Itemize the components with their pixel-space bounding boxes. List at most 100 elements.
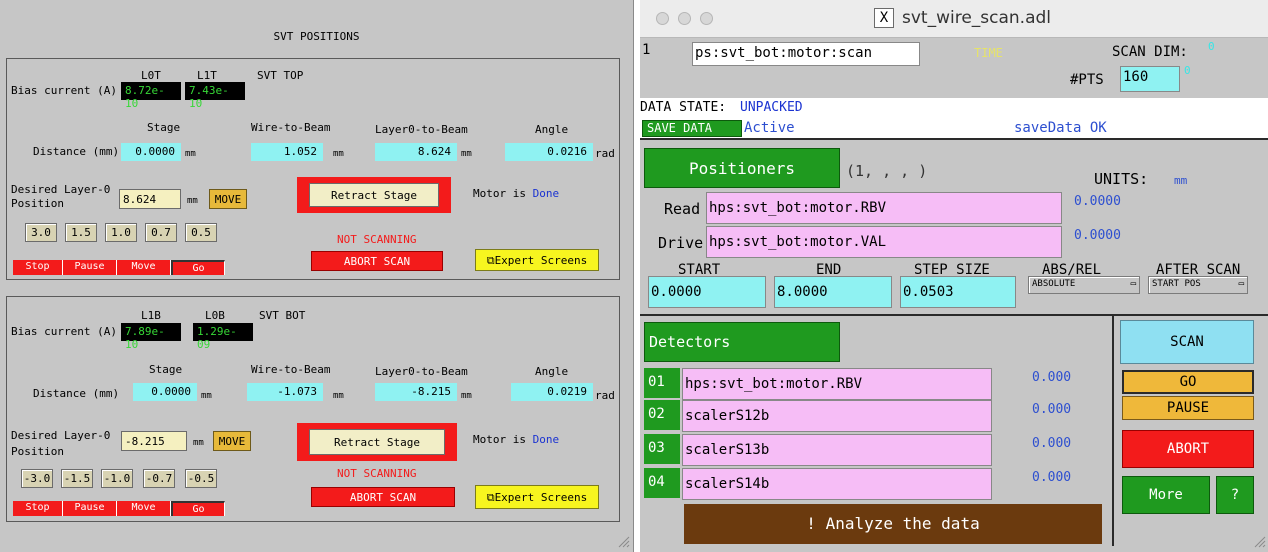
section-divider xyxy=(640,314,1268,316)
detector-pv-field[interactable]: scalerS12b xyxy=(682,400,992,432)
go-scan-button[interactable]: GO xyxy=(1122,370,1254,394)
step-button-5[interactable]: 0.5 xyxy=(185,223,217,242)
read-pv-field[interactable]: hps:svt_bot:motor.RBV xyxy=(706,192,1062,224)
desired-position-input[interactable]: -8.215 xyxy=(121,431,187,451)
positioners-button[interactable]: Positioners xyxy=(644,148,840,188)
abs-rel-menu[interactable]: ABSOLUTE ▭ xyxy=(1028,276,1140,294)
scan-header: 1 ps:svt_bot:motor:scan TIME SCAN DIM: 0… xyxy=(640,38,1268,98)
wire-unit: mm xyxy=(333,391,344,401)
desired-label-2: Position xyxy=(11,197,64,210)
move-ctrl-button[interactable]: Move xyxy=(117,260,171,275)
data-state-row: DATA STATE: UNPACKED xyxy=(640,98,1268,120)
svt-bot-panel: L1B L0B SVT BOT Bias current (A) 7.89e-1… xyxy=(6,296,620,522)
wire-header: Wire-to-Beam xyxy=(251,121,331,134)
minimize-window-icon[interactable] xyxy=(678,12,691,25)
svt-top-panel: L0T L1T SVT TOP Bias current (A) 8.72e-1… xyxy=(6,58,620,280)
scan-status: NOT SCANNING xyxy=(337,233,417,246)
step-button-3[interactable]: 1.0 xyxy=(105,223,137,242)
window-title: svt_wire_scan.adl xyxy=(902,8,1052,28)
detector-number[interactable]: 03 xyxy=(644,434,680,464)
expert-screens-button[interactable]: ⧉Expert Screens xyxy=(475,485,599,509)
detector-number[interactable]: 01 xyxy=(644,368,680,398)
step-button-5[interactable]: -0.5 xyxy=(185,469,217,488)
abort-scan-button[interactable]: ABORT SCAN xyxy=(311,251,443,271)
wire-scan-window: X svt_wire_scan.adl 1 ps:svt_bot:motor:s… xyxy=(640,0,1268,552)
detector-pv-field[interactable]: scalerS13b xyxy=(682,434,992,466)
step-size-input[interactable]: 0.0503 xyxy=(900,276,1016,308)
resize-grip-icon[interactable] xyxy=(616,534,630,548)
drive-pv-field[interactable]: hps:svt_bot:motor.VAL xyxy=(706,226,1062,258)
scan-pv-input[interactable]: ps:svt_bot:motor:scan xyxy=(692,42,920,66)
move-button[interactable]: MOVE xyxy=(213,431,251,451)
read-value: 0.0000 xyxy=(1074,194,1121,209)
layer0-value: 8.624 xyxy=(375,143,457,161)
detector-number[interactable]: 04 xyxy=(644,468,680,498)
drive-label: Drive xyxy=(658,234,704,252)
step-button-2[interactable]: -1.5 xyxy=(61,469,93,488)
step-button-4[interactable]: -0.7 xyxy=(143,469,175,488)
abort-scan-button[interactable]: ABORT SCAN xyxy=(311,487,455,507)
analyze-data-button[interactable]: ! Analyze the data xyxy=(684,504,1102,544)
step-button-1[interactable]: 3.0 xyxy=(25,223,57,242)
retract-stage-frame: Retract Stage xyxy=(297,423,457,461)
step-button-4[interactable]: 0.7 xyxy=(145,223,177,242)
scan-button[interactable]: SCAN xyxy=(1120,320,1254,364)
pause-scan-button[interactable]: PAUSE xyxy=(1122,396,1254,420)
title-bar: X svt_wire_scan.adl xyxy=(640,0,1268,38)
go-button[interactable]: Go xyxy=(171,260,225,275)
save-data-button[interactable]: SAVE DATA xyxy=(642,120,742,137)
resize-grip-icon[interactable] xyxy=(1252,534,1266,548)
more-button[interactable]: More xyxy=(1122,476,1210,514)
zoom-window-icon[interactable] xyxy=(700,12,713,25)
stage-value: 0.0000 xyxy=(121,143,181,161)
layer0-unit: mm xyxy=(461,391,472,401)
stop-button[interactable]: Stop xyxy=(13,501,63,516)
save-status: Active xyxy=(744,120,795,136)
angle-unit: rad xyxy=(595,147,615,160)
pts-input[interactable]: 160 xyxy=(1120,66,1180,92)
layer0-unit: mm xyxy=(461,149,472,159)
retract-stage-button[interactable]: Retract Stage xyxy=(309,183,439,207)
l0t-bias-value: 8.72e-10 xyxy=(121,82,181,110)
start-input[interactable]: 0.0000 xyxy=(648,276,766,308)
step-button-3[interactable]: -1.0 xyxy=(101,469,133,488)
step-button-1[interactable]: -3.0 xyxy=(21,469,53,488)
go-button[interactable]: Go xyxy=(171,501,225,516)
detector-number[interactable]: 02 xyxy=(644,400,680,430)
angle-value: 0.0216 xyxy=(505,143,593,161)
motor-status-value: Done xyxy=(532,433,560,446)
expert-screens-button[interactable]: ⧉Expert Screens xyxy=(475,249,599,271)
move-button[interactable]: MOVE xyxy=(209,189,247,209)
l1t-bias-value: 7.43e-10 xyxy=(185,82,245,110)
help-button[interactable]: ? xyxy=(1216,476,1254,514)
detectors-button[interactable]: Detectors xyxy=(644,322,840,362)
motor-status-prefix: Motor is xyxy=(473,187,526,200)
detector-pv-field[interactable]: scalerS14b xyxy=(682,468,992,500)
detector-pv-field[interactable]: hps:svt_bot:motor.RBV xyxy=(682,368,992,400)
svt-positions-window: SVT POSITIONS L0T L1T SVT TOP Bias curre… xyxy=(0,0,634,552)
pause-button[interactable]: Pause xyxy=(63,501,117,516)
positioners-index: (1, , , ) xyxy=(846,162,928,180)
end-input[interactable]: 8.0000 xyxy=(774,276,892,308)
retract-stage-button[interactable]: Retract Stage xyxy=(309,429,445,455)
motor-control-strip: Stop Pause Move Go xyxy=(13,501,225,516)
abs-rel-value: ABSOLUTE xyxy=(1032,279,1076,289)
analyze-data-label: Analyze the data xyxy=(825,514,980,533)
stage-header: Stage xyxy=(147,121,181,134)
desired-position-input[interactable]: 8.624 xyxy=(119,189,181,209)
l1b-bias-value: 7.89e-10 xyxy=(121,323,181,351)
motor-status-label: Motor is Done xyxy=(473,187,559,200)
close-window-icon[interactable] xyxy=(656,12,669,25)
pause-button[interactable]: Pause xyxy=(63,260,117,275)
distance-label: Distance (mm) xyxy=(33,145,120,158)
distance-label: Distance (mm) xyxy=(33,387,120,400)
motor-status-label: Motor is Done xyxy=(473,433,559,446)
wire-unit: mm xyxy=(333,149,344,159)
step-button-2[interactable]: 1.5 xyxy=(65,223,97,242)
stage-unit: mm xyxy=(185,149,196,159)
abort-button[interactable]: ABORT xyxy=(1122,430,1254,468)
after-scan-menu[interactable]: START POS ▭ xyxy=(1148,276,1248,294)
move-ctrl-button[interactable]: Move xyxy=(117,501,171,516)
stop-button[interactable]: Stop xyxy=(13,260,63,275)
motor-control-strip: Stop Pause Move Go xyxy=(13,260,225,275)
